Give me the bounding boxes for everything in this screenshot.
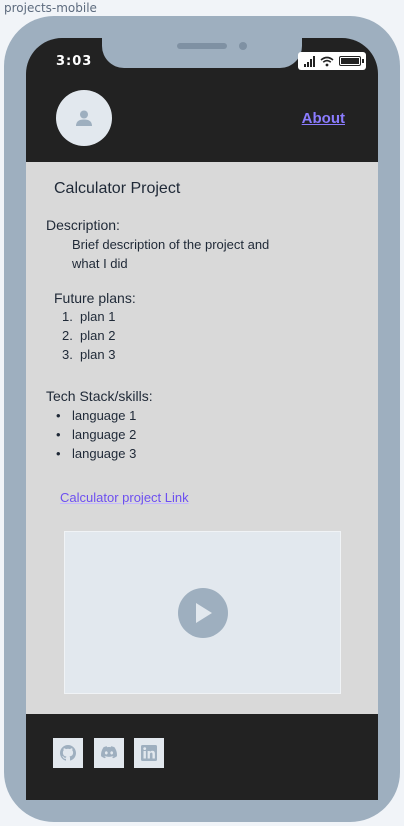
frame-label: projects-mobile [4,1,97,15]
list-item: 2. plan 2 [62,328,116,343]
speaker-grill [177,43,227,49]
list-item: language 2 [56,425,136,444]
status-icons [298,52,366,70]
linkedin-icon [141,745,157,761]
avatar[interactable] [56,90,112,146]
list-item: language 1 [56,406,136,425]
play-icon [195,602,212,623]
video-player[interactable] [64,531,341,694]
linkedin-link[interactable] [134,738,164,768]
signal-icon [303,55,315,67]
app-header: About [26,78,378,162]
tech-stack-label: Tech Stack/skills: [46,388,153,404]
description-label: Description: [46,217,120,233]
about-link[interactable]: About [302,110,345,127]
project-content: Calculator Project Description: Brief de… [26,162,378,714]
project-link[interactable]: Calculator project Link [60,490,189,505]
status-time: 3:03 [56,54,93,69]
github-icon [60,745,76,761]
github-link[interactable] [53,738,83,768]
future-plans-label: Future plans: [54,290,136,306]
discord-link[interactable] [94,738,124,768]
app-footer [26,714,378,800]
discord-icon [101,746,117,759]
wifi-icon [319,56,334,66]
list-item: 3. plan 3 [62,347,116,362]
description-text: Brief description of the project and wha… [72,237,270,271]
list-item: 1. plan 1 [62,309,116,324]
tech-stack-list: language 1 language 2 language 3 [56,406,136,463]
battery-icon [338,56,364,66]
play-button[interactable] [177,587,228,638]
list-item: language 3 [56,444,136,463]
page-title: Calculator Project [54,180,181,197]
front-camera [239,42,247,50]
future-plans-list: 1. plan 1 2. plan 2 3. plan 3 [62,307,115,364]
user-icon [76,110,92,126]
